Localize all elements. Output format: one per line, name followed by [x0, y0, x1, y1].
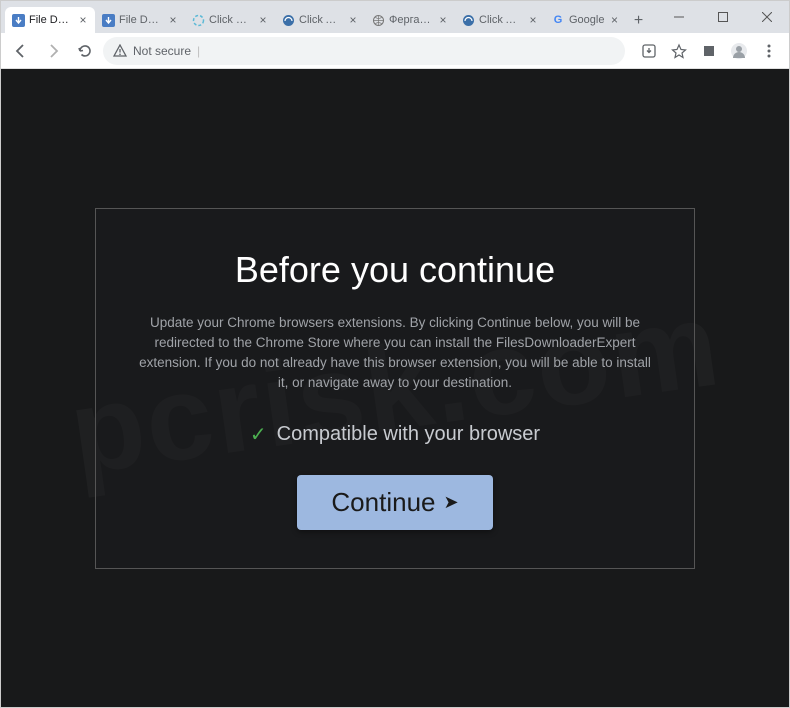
- tab-title: Click Allow: [479, 14, 523, 26]
- favicon-icon: [11, 13, 25, 27]
- globe-icon: [371, 13, 385, 27]
- favicon-icon: [461, 13, 475, 27]
- install-icon[interactable]: [635, 37, 663, 65]
- close-icon[interactable]: ×: [437, 14, 449, 26]
- minimize-button[interactable]: [657, 1, 701, 33]
- titlebar: File Downl… × File Downl… × Click &quo… …: [1, 1, 789, 33]
- arrow-right-icon: ➤: [443, 492, 458, 513]
- close-icon[interactable]: ×: [77, 14, 89, 26]
- compatibility-text: Compatible with your browser: [277, 423, 540, 446]
- new-tab-button[interactable]: +: [626, 9, 650, 33]
- tab-google[interactable]: G Google ×: [545, 7, 626, 33]
- reload-button[interactable]: [71, 37, 99, 65]
- back-button[interactable]: [7, 37, 35, 65]
- forward-button[interactable]: [39, 37, 67, 65]
- close-icon[interactable]: ×: [608, 14, 620, 26]
- favicon-icon: [281, 13, 295, 27]
- before-continue-modal: Before you continue Update your Chrome b…: [95, 208, 695, 569]
- page-content: pcrisk.com Before you continue Update yo…: [1, 69, 789, 707]
- google-icon: G: [551, 13, 565, 27]
- window-close-button[interactable]: [745, 1, 789, 33]
- tab-click-allow-1[interactable]: Click Allow ×: [275, 7, 365, 33]
- favicon-icon: [101, 13, 115, 27]
- checkmark-icon: ✓: [250, 422, 267, 447]
- bookmark-icon[interactable]: [665, 37, 693, 65]
- tab-title: Фергана -: [389, 14, 433, 26]
- tab-title: File Downl…: [29, 14, 73, 26]
- modal-body: Update your Chrome browsers extensions. …: [138, 313, 652, 394]
- tab-title: Google: [569, 14, 604, 26]
- toolbar: Not secure |: [1, 33, 789, 69]
- close-icon[interactable]: ×: [347, 14, 359, 26]
- tab-title: Click Allow: [299, 14, 343, 26]
- tab-strip: File Downl… × File Downl… × Click &quo… …: [1, 1, 657, 33]
- modal-heading: Before you continue: [138, 249, 652, 291]
- tab-click-allow-2[interactable]: Click Allow ×: [455, 7, 545, 33]
- window-controls: [657, 1, 789, 33]
- continue-button[interactable]: Continue ➤: [297, 475, 492, 530]
- close-icon[interactable]: ×: [167, 14, 179, 26]
- extensions-icon[interactable]: [695, 37, 723, 65]
- tab-title: File Downl…: [119, 14, 163, 26]
- security-label: Not secure: [133, 44, 191, 58]
- tab-click-quo[interactable]: Click &quo… ×: [185, 7, 275, 33]
- not-secure-icon: [113, 44, 127, 58]
- maximize-button[interactable]: [701, 1, 745, 33]
- profile-icon[interactable]: [725, 37, 753, 65]
- tab-file-download-2[interactable]: File Downl… ×: [95, 7, 185, 33]
- address-bar[interactable]: Not secure |: [103, 37, 625, 65]
- browser-window: File Downl… × File Downl… × Click &quo… …: [0, 0, 790, 708]
- menu-icon[interactable]: [755, 37, 783, 65]
- continue-label: Continue: [331, 487, 435, 518]
- tab-fergana[interactable]: Фергана - ×: [365, 7, 455, 33]
- compatibility-row: ✓ Compatible with your browser: [138, 422, 652, 447]
- tab-file-download-1[interactable]: File Downl… ×: [5, 7, 95, 33]
- favicon-icon: [191, 13, 205, 27]
- tab-title: Click &quo…: [209, 14, 253, 26]
- close-icon[interactable]: ×: [257, 14, 269, 26]
- close-icon[interactable]: ×: [527, 14, 539, 26]
